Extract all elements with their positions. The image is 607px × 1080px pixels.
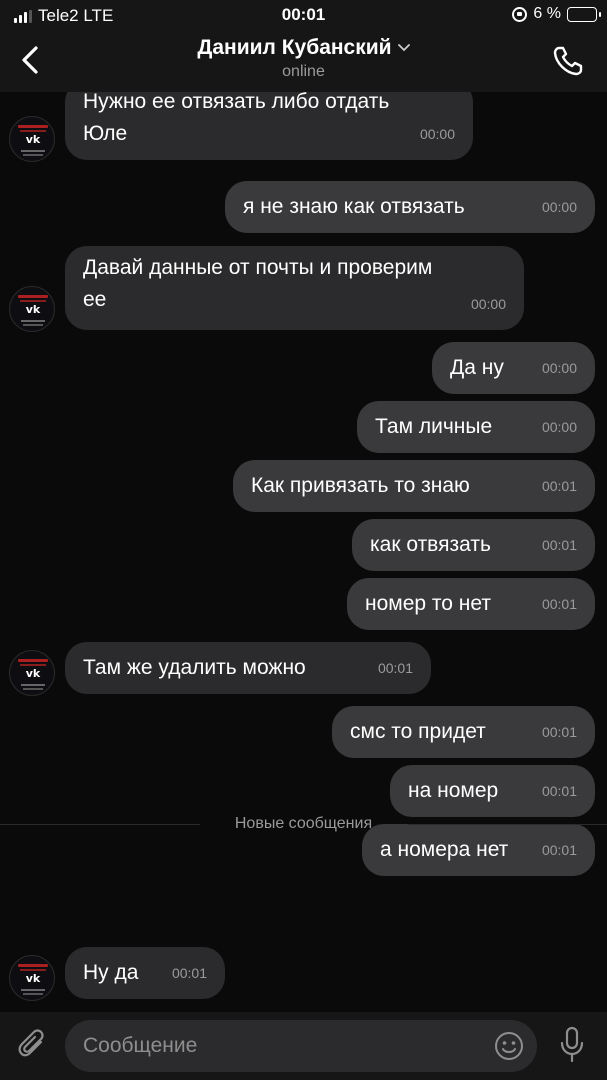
message-bubble[interactable]: Да ну 00:00 (432, 342, 595, 394)
message-time: 00:01 (171, 965, 207, 981)
outgoing-message[interactable]: Как привязать то знаю 00:01 (233, 460, 595, 512)
contact-avatar[interactable]: vk (9, 955, 55, 1001)
contact-avatar[interactable]: vk (9, 650, 55, 696)
message-time: 00:01 (541, 783, 577, 799)
battery-percent: 6 % (533, 5, 561, 22)
contact-name: Даниил Кубанский (197, 36, 392, 59)
message-text: Нужно ее отвязать либо отдать (83, 92, 390, 113)
message-bubble[interactable]: номер то нет 00:01 (347, 578, 595, 630)
message-time: 00:00 (470, 296, 506, 312)
outgoing-message[interactable]: смс то придет 00:01 (332, 706, 595, 758)
chevron-down-icon (397, 44, 410, 52)
message-text: я не знаю как отвязать (243, 195, 465, 218)
message-list[interactable]: Нужно ее отвязать либо отдать Юле 00:00 vk я… (0, 92, 607, 1012)
new-messages-divider: Новые сообщения (0, 810, 607, 840)
contact-status: online (282, 63, 325, 80)
contact-info[interactable]: Даниил Кубанский online (0, 36, 607, 81)
phone-icon[interactable] (551, 44, 585, 78)
message-text: Юле (83, 122, 128, 145)
battery-icon (567, 6, 601, 22)
chat-header: Даниил Кубанский online (0, 30, 607, 92)
message-time: 00:01 (377, 660, 413, 676)
message-bubble[interactable]: я не знаю как отвязать 00:00 (225, 181, 595, 233)
message-bubble[interactable]: как отвязать 00:01 (352, 519, 595, 571)
outgoing-message[interactable]: номер то нет 00:01 (347, 578, 595, 630)
incoming-message[interactable]: Ну да 00:01 (65, 947, 225, 999)
message-time: 00:00 (419, 126, 455, 142)
divider-label: Новые сообщения (234, 815, 373, 832)
battery-info: 6 % (512, 5, 601, 23)
message-placeholder: Сообщение (83, 1034, 198, 1057)
contact-avatar[interactable]: vk (9, 116, 55, 162)
mic-icon[interactable] (559, 1026, 585, 1064)
message-bubble[interactable]: Там же удалить можно 00:01 (65, 642, 431, 694)
message-time: 00:01 (541, 724, 577, 740)
message-bubble[interactable]: Там личные 00:00 (357, 401, 595, 453)
message-input[interactable]: Сообщение (65, 1020, 537, 1072)
vk-logo-icon: vk (25, 972, 41, 985)
message-time: 00:00 (541, 199, 577, 215)
message-text: Там же удалить можно (83, 656, 306, 679)
attach-icon[interactable] (16, 1028, 50, 1062)
message-time: 00:00 (541, 419, 577, 435)
outgoing-message[interactable]: Там личные 00:00 (357, 401, 595, 453)
incoming-message[interactable]: Нужно ее отвязать либо отдать Юле 00:00 (65, 92, 473, 160)
message-bubble[interactable]: смс то придет 00:01 (332, 706, 595, 758)
vk-logo-icon: vk (25, 667, 41, 680)
outgoing-message[interactable]: Да ну 00:00 (432, 342, 595, 394)
message-bubble[interactable]: Давай данные от почты и проверим ее 00:00 (65, 246, 524, 330)
message-text: Давай данные от почты и проверим (83, 256, 433, 279)
message-time: 00:01 (541, 537, 577, 553)
outgoing-message[interactable]: как отвязать 00:01 (352, 519, 595, 571)
message-text: Как привязать то знаю (251, 474, 470, 497)
outgoing-message[interactable]: я не знаю как отвязать 00:00 (225, 181, 595, 233)
incoming-message[interactable]: Давай данные от почты и проверим ее 00:00 (65, 246, 524, 330)
composer: Сообщение (0, 1012, 607, 1080)
message-time: 00:00 (541, 360, 577, 376)
emoji-icon[interactable] (493, 1030, 525, 1062)
vk-logo-icon: vk (25, 303, 41, 316)
incoming-message[interactable]: Там же удалить можно 00:01 (65, 642, 431, 694)
contact-avatar[interactable]: vk (9, 286, 55, 332)
message-bubble[interactable]: Ну да 00:01 (65, 947, 225, 999)
message-time: 00:01 (541, 596, 577, 612)
message-bubble[interactable]: Нужно ее отвязать либо отдать Юле 00:00 (65, 92, 473, 160)
orientation-lock-icon (512, 6, 528, 22)
message-time: 00:01 (541, 478, 577, 494)
vk-logo-icon: vk (25, 133, 41, 146)
message-bubble[interactable]: Как привязать то знаю 00:01 (233, 460, 595, 512)
status-bar: Tele2 LTE 00:01 6 % (0, 0, 607, 30)
message-text: ее (83, 288, 107, 311)
